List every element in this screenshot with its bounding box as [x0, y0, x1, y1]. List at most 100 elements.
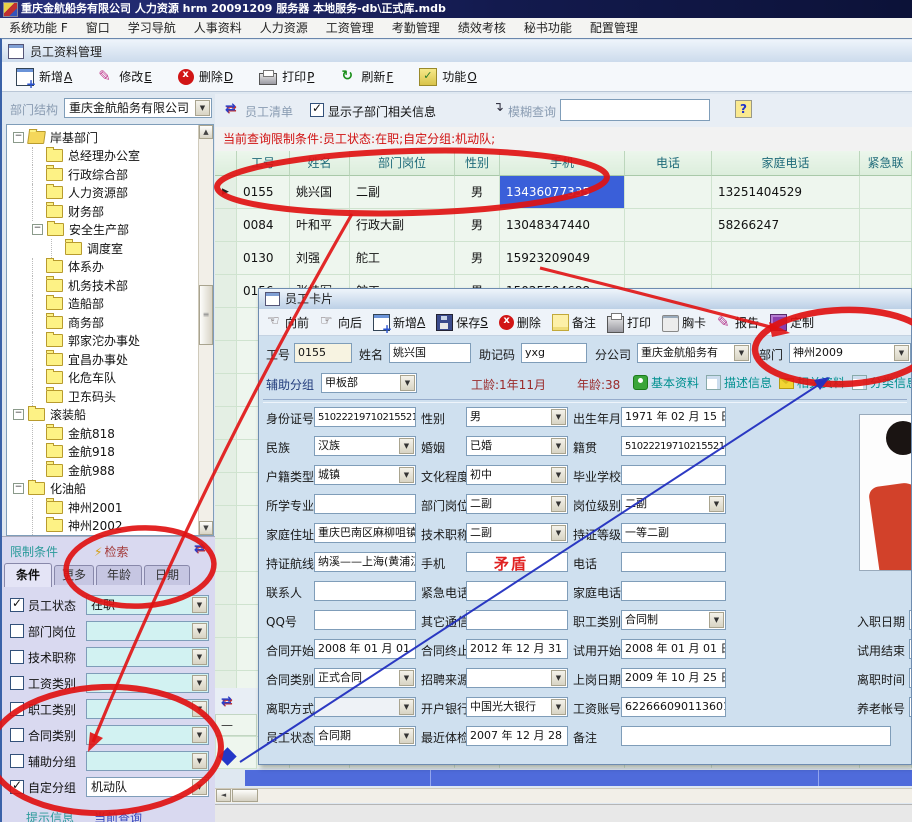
- dept-combobox[interactable]: 神州2009▼: [789, 343, 911, 363]
- chevron-down-icon[interactable]: ▼: [709, 612, 724, 628]
- chevron-down-icon[interactable]: ▼: [551, 525, 566, 541]
- aux-group-combobox[interactable]: 甲板部▼: [321, 373, 417, 393]
- chevron-down-icon[interactable]: ▼: [400, 375, 415, 391]
- chevron-down-icon[interactable]: ▼: [192, 753, 207, 769]
- grid-cell-2-4[interactable]: 男: [455, 242, 500, 275]
- menu-item-1[interactable]: 窗口: [77, 18, 119, 38]
- grid-cell-12-0[interactable]: [215, 572, 237, 605]
- filter-combobox-4[interactable]: ▼: [86, 699, 209, 719]
- tree-item-8[interactable]: 机务技术部: [7, 276, 199, 295]
- field-员工状态[interactable]: 合同期▼: [314, 726, 416, 746]
- grid-cell-8-0[interactable]: [215, 440, 237, 473]
- grid-cell-6-0[interactable]: [215, 374, 237, 407]
- tree-item-11[interactable]: 郭家沱办事处: [7, 332, 199, 351]
- horizontal-scrollbar-thumb[interactable]: [232, 789, 258, 802]
- tree-scrollbar[interactable]: ▲ ≡ ▼: [198, 125, 213, 535]
- chevron-down-icon[interactable]: ▼: [399, 670, 414, 686]
- toolbar-button-save[interactable]: 保存S: [436, 314, 488, 331]
- field-合同类别[interactable]: 正式合同▼: [314, 668, 416, 688]
- tree-item-7[interactable]: 体系办: [7, 258, 199, 277]
- chevron-down-icon[interactable]: ▼: [192, 675, 207, 691]
- field-持证等级[interactable]: 一等二副: [621, 523, 726, 543]
- chevron-down-icon[interactable]: ▼: [709, 496, 724, 512]
- filter-checkbox-2[interactable]: [10, 650, 24, 664]
- chevron-down-icon[interactable]: ▼: [195, 100, 210, 116]
- grid-cell-2-8[interactable]: [860, 242, 912, 275]
- search-tab[interactable]: ⚡检索: [94, 543, 128, 560]
- field-毕业学校[interactable]: [621, 465, 726, 485]
- tree-item-16[interactable]: 金航818: [7, 424, 199, 443]
- toolbar-button-add[interactable]: 新增A: [16, 68, 72, 86]
- chevron-down-icon[interactable]: ▼: [399, 699, 414, 715]
- toolbar-button-func[interactable]: 功能O: [419, 68, 476, 86]
- tree-scrollbar-thumb[interactable]: ≡: [199, 285, 213, 345]
- menu-item-6[interactable]: 考勤管理: [383, 18, 449, 38]
- horizontal-scrollbar[interactable]: ◄: [215, 788, 912, 803]
- toolbar-button-hand-left[interactable]: 向前: [267, 314, 309, 331]
- tree-item-17[interactable]: 金航918: [7, 443, 199, 462]
- grid-cell-1-0[interactable]: [215, 209, 237, 242]
- toolbar-button-delete[interactable]: 删除: [499, 314, 541, 331]
- tree-item-5[interactable]: −安全生产部: [7, 221, 199, 240]
- grid-cell-1-7[interactable]: 58266247: [712, 209, 860, 242]
- grid-cell-1-8[interactable]: [860, 209, 912, 242]
- link-分类信息[interactable]: 分类信息: [852, 374, 912, 391]
- swap-panel-icon[interactable]: ⇄: [194, 541, 205, 556]
- tree-item-10[interactable]: 商务部: [7, 313, 199, 332]
- chevron-down-icon[interactable]: ▼: [399, 728, 414, 744]
- tree-item-6[interactable]: 调度室: [7, 239, 199, 258]
- grid-cell-0-8[interactable]: [860, 176, 912, 209]
- field-最近体检[interactable]: 2007 年 12 月 28 日: [466, 726, 568, 746]
- swap-mini-icon[interactable]: ⇄: [221, 689, 232, 715]
- field-合同开始[interactable]: 2008 年 01 月 01 日: [314, 639, 416, 659]
- toolbar-button-add2[interactable]: 新增A: [373, 314, 425, 331]
- chevron-down-icon[interactable]: ▼: [399, 467, 414, 483]
- show-subdept-checkbox[interactable]: [310, 103, 324, 117]
- field-电话[interactable]: [621, 552, 726, 572]
- chevron-down-icon[interactable]: ▼: [551, 467, 566, 483]
- tab-更多[interactable]: 更多: [54, 565, 94, 585]
- grid-header-7[interactable]: 家庭电话: [712, 151, 860, 176]
- field-身份证号[interactable]: 510222197102155216: [314, 407, 416, 427]
- grid-cell-0-7[interactable]: 13251404529: [712, 176, 860, 209]
- field-民族[interactable]: 汉族▼: [314, 436, 416, 456]
- toolbar-button-hand-right[interactable]: 向后: [320, 314, 362, 331]
- grid-header-0[interactable]: [215, 151, 237, 176]
- menu-item-8[interactable]: 秘书功能: [515, 18, 581, 38]
- grid-cell-0-3[interactable]: 二副: [350, 176, 455, 209]
- menu-item-4[interactable]: 人力资源: [251, 18, 317, 38]
- toolbar-button-custom[interactable]: 定制: [770, 314, 814, 331]
- chevron-down-icon[interactable]: ▼: [551, 438, 566, 454]
- link-描述信息[interactable]: 描述信息: [706, 374, 772, 391]
- grid-header-6[interactable]: 电话: [625, 151, 712, 176]
- chevron-down-icon[interactable]: ▼: [192, 597, 207, 613]
- link-相关资料[interactable]: 相关资料: [779, 374, 845, 391]
- toolbar-button-delete[interactable]: 删除D: [178, 68, 233, 85]
- chevron-down-icon[interactable]: ▼: [551, 409, 566, 425]
- tab-年龄[interactable]: 年龄: [96, 565, 142, 585]
- filter-combobox-3[interactable]: ▼: [86, 673, 209, 693]
- swap-list-icon[interactable]: ⇄: [225, 101, 236, 116]
- field-紧急电话[interactable]: [466, 581, 568, 601]
- fuzzy-query-input[interactable]: [560, 99, 710, 121]
- field-户籍类型[interactable]: 城镇▼: [314, 465, 416, 485]
- tree-item-1[interactable]: 总经理办公室: [7, 147, 199, 166]
- filter-checkbox-3[interactable]: [10, 676, 24, 690]
- tree-expander-icon[interactable]: −: [13, 132, 24, 143]
- grid-cell-1-6[interactable]: [625, 209, 712, 242]
- tree-item-14[interactable]: 卫东码头: [7, 387, 199, 406]
- field-招聘来源[interactable]: ▼: [466, 668, 568, 688]
- grid-cell-1-1[interactable]: 0084: [237, 209, 290, 242]
- filter-checkbox-4[interactable]: [10, 702, 24, 716]
- filter-checkbox-0[interactable]: [10, 598, 24, 612]
- field-合同终止[interactable]: 2012 年 12 月 31 日: [466, 639, 568, 659]
- grid-header-3[interactable]: 部门岗位: [350, 151, 455, 176]
- chevron-down-icon[interactable]: ▼: [192, 727, 207, 743]
- filter-checkbox-1[interactable]: [10, 624, 24, 638]
- field-持证航线[interactable]: 纳溪——上海(黄浦江): [314, 552, 416, 572]
- grid-cell-1-4[interactable]: 男: [455, 209, 500, 242]
- scroll-up-icon[interactable]: ▲: [199, 125, 213, 139]
- field-技术职称[interactable]: 二副▼: [466, 523, 568, 543]
- tree-item-0[interactable]: −岸基部门: [7, 128, 199, 147]
- field-部门岗位[interactable]: 二副▼: [466, 494, 568, 514]
